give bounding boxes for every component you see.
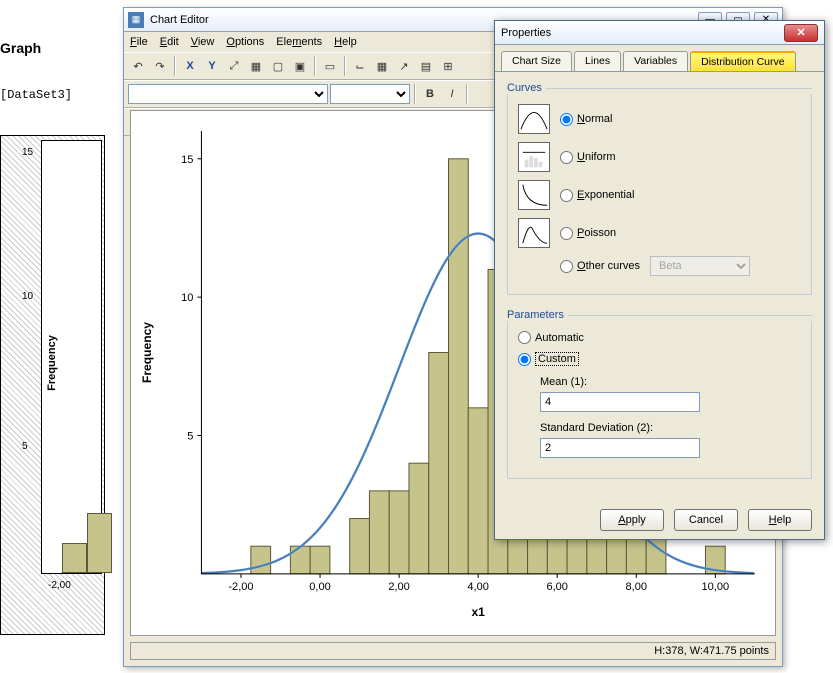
bg-chart: Frequency 15 10 5 -2,00 — [0, 135, 105, 635]
page-title: Graph — [0, 40, 41, 56]
normal-radio[interactable] — [560, 113, 573, 126]
undo-icon[interactable]: ↶ — [128, 56, 148, 76]
trend-icon[interactable]: ↗ — [394, 56, 414, 76]
mean-input[interactable] — [540, 392, 700, 412]
tool-icon[interactable]: ▢ — [268, 56, 288, 76]
custom-label[interactable]: Custom — [535, 352, 579, 366]
status-text: H:378, W:471.75 points — [654, 645, 769, 657]
menu-options[interactable]: Options — [226, 36, 264, 48]
svg-text:4,00: 4,00 — [467, 581, 489, 593]
svg-text:Frequency: Frequency — [140, 322, 154, 383]
svg-text:x1: x1 — [471, 605, 485, 619]
size-select[interactable] — [330, 84, 410, 104]
bg-bar — [62, 543, 87, 573]
menu-elements[interactable]: Elements — [276, 36, 322, 48]
menu-view[interactable]: View — [191, 36, 215, 48]
tab-variables[interactable]: Variables — [623, 51, 688, 71]
font-select[interactable] — [128, 84, 328, 104]
curves-group: Normal Uniform Exponential Poisson Other… — [507, 94, 812, 295]
y-tool-icon[interactable]: Y — [202, 56, 222, 76]
bg-ylabel: Frequency — [46, 335, 58, 391]
menu-file[interactable]: File — [130, 36, 148, 48]
bg-bar — [87, 513, 112, 573]
bg-xtick: -2,00 — [48, 580, 71, 591]
tab-distribution-curve[interactable]: Distribution Curve — [690, 51, 795, 71]
xy-tool-icon[interactable]: X — [180, 56, 200, 76]
bg-ytick: 15 — [22, 147, 33, 158]
props-title: Properties — [501, 27, 784, 39]
status-bar: H:378, W:471.75 points — [130, 642, 776, 660]
exponential-label[interactable]: Exponential — [577, 189, 635, 201]
grid-icon[interactable]: ▦ — [372, 56, 392, 76]
bold-icon[interactable]: B — [420, 84, 440, 104]
curves-group-label: Curves — [507, 82, 542, 94]
other-label[interactable]: Other curves — [577, 260, 640, 272]
automatic-label[interactable]: Automatic — [535, 332, 584, 344]
svg-text:6,00: 6,00 — [546, 581, 568, 593]
dialog-buttons: Apply Cancel Help — [495, 503, 824, 541]
transpose-icon[interactable]: ⤢ — [224, 56, 244, 76]
svg-text:8,00: 8,00 — [626, 581, 648, 593]
custom-radio[interactable] — [518, 353, 531, 366]
exponential-thumb-icon — [518, 180, 550, 210]
parameters-group-label: Parameters — [507, 309, 564, 321]
chart-editor-icon: ▦ — [128, 12, 144, 28]
axis-icon[interactable]: ⌙ — [350, 56, 370, 76]
svg-text:-2,00: -2,00 — [228, 581, 253, 593]
other-radio[interactable] — [560, 260, 573, 273]
properties-dialog: Properties ✕ Chart Size Lines Variables … — [494, 20, 825, 540]
sd-input[interactable] — [540, 438, 700, 458]
svg-text:10,00: 10,00 — [702, 581, 730, 593]
mean-label: Mean (1): — [540, 376, 801, 388]
svg-text:2,00: 2,00 — [388, 581, 410, 593]
props-title-bar[interactable]: Properties ✕ — [495, 21, 824, 45]
bg-ytick: 5 — [22, 441, 28, 452]
poisson-thumb-icon — [518, 218, 550, 248]
help-button[interactable]: Help — [748, 509, 812, 531]
tab-chart-size[interactable]: Chart Size — [501, 51, 572, 71]
sd-label: Standard Deviation (2): — [540, 422, 801, 434]
svg-text:5: 5 — [187, 431, 193, 443]
tool-icon[interactable]: ⊞ — [438, 56, 458, 76]
svg-text:10: 10 — [181, 292, 193, 304]
props-tabs: Chart Size Lines Variables Distribution … — [495, 45, 824, 72]
uniform-thumb-icon — [518, 142, 550, 172]
tool-icon[interactable]: ▭ — [320, 56, 340, 76]
parameters-group: Automatic Custom Mean (1): Standard Devi… — [507, 321, 812, 479]
exponential-radio[interactable] — [560, 189, 573, 202]
apply-button[interactable]: Apply — [600, 509, 664, 531]
menu-edit[interactable]: Edit — [160, 36, 179, 48]
dataset-label: [DataSet3] — [0, 88, 72, 102]
cancel-button[interactable]: Cancel — [674, 509, 738, 531]
normal-label[interactable]: Normal — [577, 113, 612, 125]
normal-thumb-icon — [518, 104, 550, 134]
automatic-radio[interactable] — [518, 331, 531, 344]
svg-text:0,00: 0,00 — [309, 581, 331, 593]
italic-icon[interactable]: I — [442, 84, 462, 104]
poisson-radio[interactable] — [560, 227, 573, 240]
menu-help[interactable]: Help — [334, 36, 357, 48]
tool-icon[interactable]: ▣ — [290, 56, 310, 76]
uniform-label[interactable]: Uniform — [577, 151, 616, 163]
poisson-label[interactable]: Poisson — [577, 227, 616, 239]
bg-ytick: 10 — [22, 291, 33, 302]
other-curves-select: Beta — [650, 256, 750, 276]
close-icon[interactable]: ✕ — [784, 24, 818, 42]
svg-text:15: 15 — [181, 154, 193, 166]
redo-icon[interactable]: ↷ — [150, 56, 170, 76]
uniform-radio[interactable] — [560, 151, 573, 164]
tab-lines[interactable]: Lines — [574, 51, 621, 71]
tool-icon[interactable]: ▦ — [246, 56, 266, 76]
tool-icon[interactable]: ▤ — [416, 56, 436, 76]
